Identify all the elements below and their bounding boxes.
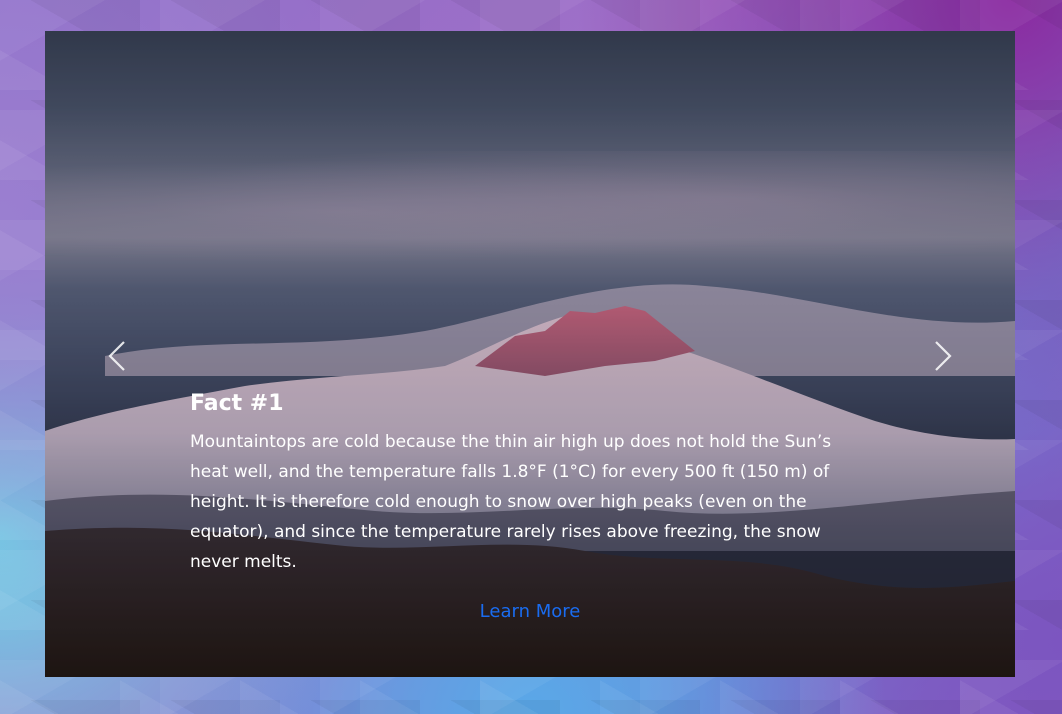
mountain-photo xyxy=(45,31,1015,677)
learn-more-link[interactable]: Learn More xyxy=(480,601,581,622)
slide-description: Mountaintops are cold because the thin a… xyxy=(190,432,832,572)
image-carousel: Fact #1 Mountaintops are cold because th… xyxy=(45,31,1015,677)
chevron-right-icon xyxy=(935,341,952,371)
learn-more-link-container: Learn More xyxy=(45,601,1015,622)
carousel-next-button[interactable] xyxy=(923,336,963,376)
slide-title: Fact #1 xyxy=(190,391,284,416)
carousel-prev-button[interactable] xyxy=(97,336,137,376)
chevron-left-icon xyxy=(108,341,125,371)
slide-caption: Fact #1 Mountaintops are cold because th… xyxy=(190,389,870,577)
